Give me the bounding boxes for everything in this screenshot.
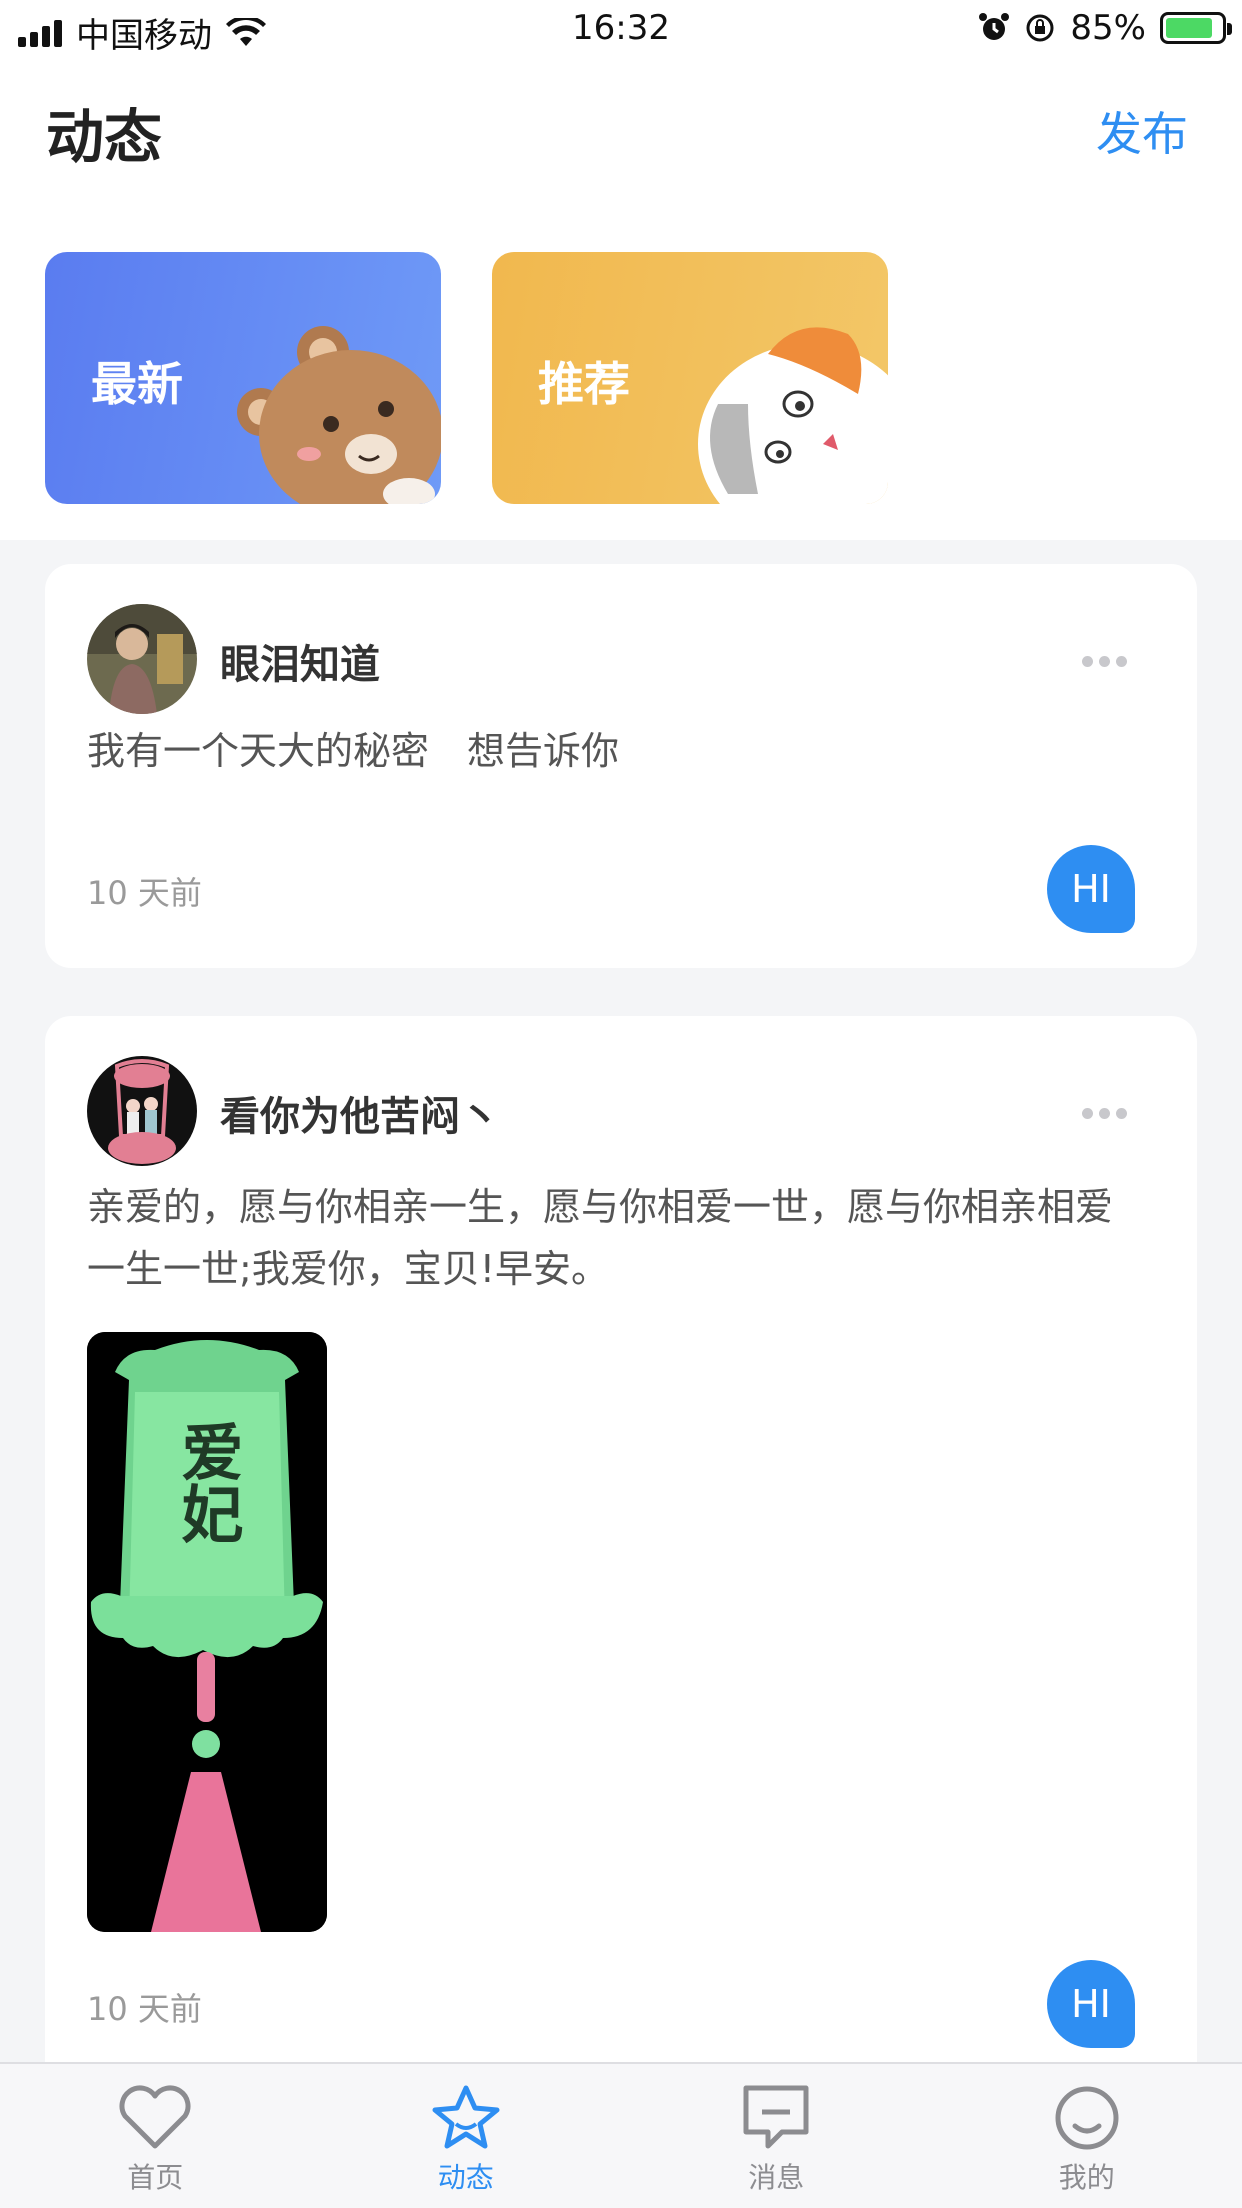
profile-icon bbox=[1055, 2086, 1119, 2150]
tab-home[interactable]: 首页 bbox=[0, 2064, 311, 2208]
tab-messages[interactable]: 消息 bbox=[621, 2064, 932, 2208]
message-icon bbox=[743, 2085, 809, 2149]
bear-icon bbox=[237, 326, 441, 504]
cat-icon bbox=[698, 327, 888, 504]
post-time: 10 天前 bbox=[87, 874, 202, 912]
post-time: 10 天前 bbox=[87, 1990, 202, 2028]
rotation-lock-icon bbox=[1026, 14, 1054, 42]
post-card: 看你为他苦闷丶 亲爱的，愿与你相亲一生，愿与你相爱一世，愿与你相亲相爱一生一世;… bbox=[45, 1016, 1197, 2208]
category-label: 最新 bbox=[91, 357, 183, 411]
status-bar: 中国移动 16:32 85% bbox=[0, 0, 1242, 60]
page-title: 动态 bbox=[46, 103, 163, 171]
image-text: 爱妃 bbox=[171, 1420, 244, 1544]
tab-label: 消息 bbox=[748, 2161, 805, 2194]
post-text: 我有一个天大的秘密 想告诉你 bbox=[87, 729, 620, 773]
battery-percent: 85% bbox=[1070, 8, 1146, 48]
post-text: 亲爱的，愿与你相亲一生，愿与你相爱一世，愿与你相亲相爱一生一世;我爱你，宝贝!早… bbox=[87, 1185, 1114, 1291]
say-hi-button[interactable]: HI bbox=[1047, 1960, 1135, 2048]
post-image[interactable]: 爱妃 bbox=[87, 1332, 327, 1932]
post-username[interactable]: 看你为他苦闷丶 bbox=[220, 1084, 500, 1142]
bottom-tab-bar: 首页 动态 消息 我的 bbox=[0, 2062, 1242, 2208]
status-right: 85% bbox=[978, 8, 1232, 48]
tab-label: 动态 bbox=[437, 2161, 494, 2194]
page-header: 动态 发布 bbox=[0, 60, 1242, 200]
category-newest-card[interactable]: 最新 bbox=[45, 252, 441, 504]
tab-feed[interactable]: 动态 bbox=[311, 2064, 622, 2208]
more-options-button[interactable] bbox=[1082, 646, 1127, 677]
tab-label: 首页 bbox=[127, 2161, 184, 2194]
post-username[interactable]: 眼泪知道 bbox=[220, 632, 380, 690]
battery-icon bbox=[1160, 12, 1232, 44]
say-hi-button[interactable]: HI bbox=[1047, 845, 1135, 933]
avatar[interactable] bbox=[87, 604, 197, 714]
more-options-button[interactable] bbox=[1082, 1098, 1127, 1129]
publish-button[interactable]: 发布 bbox=[1096, 98, 1188, 164]
post-card: 眼泪知道 我有一个天大的秘密 想告诉你 10 天前 HI bbox=[45, 564, 1197, 968]
tab-label: 我的 bbox=[1058, 2161, 1115, 2194]
tab-profile[interactable]: 我的 bbox=[932, 2064, 1242, 2208]
category-label: 推荐 bbox=[538, 357, 630, 411]
heart-icon bbox=[119, 2085, 191, 2149]
avatar[interactable] bbox=[87, 1056, 197, 1166]
star-icon bbox=[432, 2085, 500, 2149]
alarm-icon bbox=[979, 13, 1010, 40]
category-recommend-card[interactable]: 推荐 bbox=[492, 252, 888, 504]
